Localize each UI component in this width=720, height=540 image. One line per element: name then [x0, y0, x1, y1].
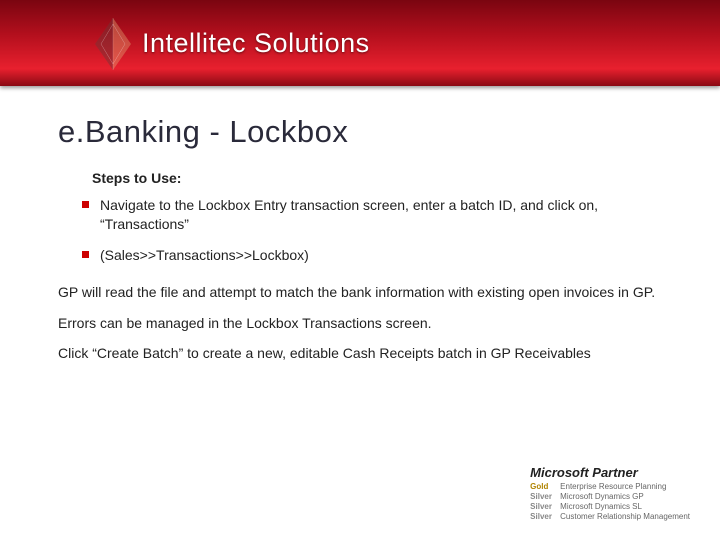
step-item: Navigate to the Lockbox Entry transactio…	[82, 196, 662, 234]
steps-list: Navigate to the Lockbox Entry transactio…	[82, 196, 662, 265]
partner-line: GoldEnterprise Resource Planning	[530, 482, 690, 492]
slide-content: e.Banking - Lockbox Steps to Use: Naviga…	[0, 86, 720, 363]
header-bar: Intellitec Solutions	[0, 0, 720, 86]
brand-name: Intellitec Solutions	[142, 28, 370, 59]
partner-badge: Microsoft Partner GoldEnterprise Resourc…	[530, 465, 690, 522]
body-paragraph: Click “Create Batch” to create a new, ed…	[58, 344, 662, 363]
steps-heading: Steps to Use:	[92, 170, 662, 186]
partner-line: SilverCustomer Relationship Management	[530, 512, 690, 522]
partner-line: SilverMicrosoft Dynamics GP	[530, 492, 690, 502]
diamond-logo-icon	[95, 18, 131, 70]
body-paragraph: GP will read the file and attempt to mat…	[58, 283, 662, 302]
step-item: (Sales>>Transactions>>Lockbox)	[82, 246, 662, 265]
body-paragraph: Errors can be managed in the Lockbox Tra…	[58, 314, 662, 333]
partner-line: SilverMicrosoft Dynamics SL	[530, 502, 690, 512]
partner-title: Microsoft Partner	[530, 465, 690, 481]
page-title: e.Banking - Lockbox	[58, 114, 662, 150]
